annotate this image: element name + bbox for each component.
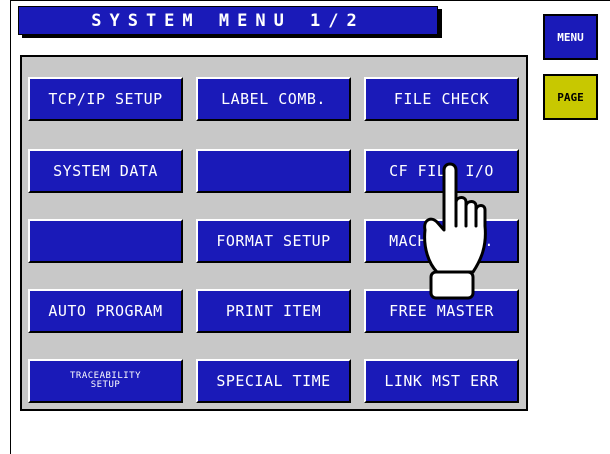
tcpip-setup-button[interactable]: TCP/IP SETUP xyxy=(28,77,183,121)
format-setup-button[interactable]: FORMAT SETUP xyxy=(196,219,351,263)
menu-button[interactable]: MENU xyxy=(543,14,598,60)
blank-button-r3c1[interactable] xyxy=(28,219,183,263)
traceability-setup-button[interactable]: TRACEABILITY SETUP xyxy=(28,359,183,403)
print-item-button[interactable]: PRINT ITEM xyxy=(196,289,351,333)
file-check-button[interactable]: FILE CHECK xyxy=(364,77,519,121)
label-comb-button[interactable]: LABEL COMB. xyxy=(196,77,351,121)
special-time-button[interactable]: SPECIAL TIME xyxy=(196,359,351,403)
system-data-button[interactable]: SYSTEM DATA xyxy=(28,149,183,193)
page-title: SYSTEM MENU 1/2 xyxy=(18,6,438,35)
blank-button-r2c2[interactable] xyxy=(196,149,351,193)
link-mst-err-button[interactable]: LINK MST ERR xyxy=(364,359,519,403)
page-button[interactable]: PAGE xyxy=(543,74,598,120)
auto-program-button[interactable]: AUTO PROGRAM xyxy=(28,289,183,333)
hand-pointer-icon xyxy=(423,162,487,300)
